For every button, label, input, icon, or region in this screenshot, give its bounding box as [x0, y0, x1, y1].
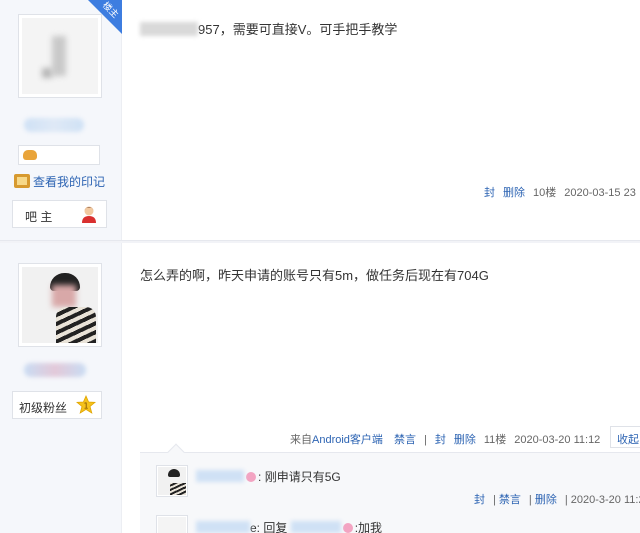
post-floor-10: 楼主 查看我的印记 吧 主 957，需要可直接V。可手把手教学 封 删除 10楼… — [0, 0, 640, 240]
reply-delete-action[interactable]: 删除 — [535, 494, 557, 506]
collapse-replies-button[interactable]: 收起 — [610, 426, 640, 448]
author-name-blurred[interactable] — [24, 363, 86, 377]
bazhu-avatar-icon — [82, 206, 96, 223]
flower-icon — [246, 472, 256, 482]
view-seal-label: 查看我的印记 — [33, 175, 106, 189]
view-seal-link[interactable]: 查看我的印记 — [14, 173, 105, 190]
separator: | — [423, 434, 427, 446]
svg-text:1: 1 — [83, 402, 88, 411]
delete-action[interactable]: 删除 — [503, 187, 525, 199]
post-meta: 封删除 10楼 2020-03-15 23 — [484, 184, 640, 200]
flower-icon — [342, 523, 353, 533]
seal-action[interactable]: 封 — [484, 187, 495, 199]
level-label: 初级粉丝 — [19, 401, 68, 415]
reply-item: : 刚申请只有5G — [196, 468, 341, 485]
reply-text: 刚申请只有5G — [264, 470, 341, 484]
post-text: 957，需要可直接V。可手把手教学 — [140, 19, 397, 38]
post-time: 2020-03-20 11:12 — [514, 434, 601, 446]
seal-action[interactable]: 封 — [435, 434, 446, 446]
role-badge-bazhu[interactable]: 吧 主 — [12, 200, 107, 228]
author-sidebar: 楼主 查看我的印记 吧 主 — [0, 0, 122, 240]
reply-colon: : — [258, 470, 262, 484]
floor-number: 11楼 — [483, 434, 507, 446]
post-text: 怎么弄的啊，昨天申请的账号只有5m，做任务后现在有704G — [140, 268, 489, 283]
level-badge[interactable]: 初级粉丝 1 — [12, 391, 102, 419]
floor-number: 10楼 — [533, 187, 557, 199]
author-sidebar: 初级粉丝 1 — [0, 243, 122, 533]
reply-time: 2020-3-20 11:20 — [570, 494, 640, 506]
reply-text: 加我 — [358, 521, 383, 533]
level-star-icon: 1 — [76, 395, 96, 414]
reply-prefix: e: 回复 — [250, 521, 291, 533]
reply-avatar[interactable] — [156, 515, 188, 533]
reply-target-blurred[interactable] — [290, 521, 341, 533]
reply-author-blurred[interactable] — [196, 521, 250, 533]
post-text-visible: 957，需要可直接V。可手把手教学 — [198, 22, 398, 37]
reply-list: : 刚申请只有5G 封| 禁言| 删除| 2020-3-20 11:20 e: … — [140, 443, 640, 533]
level-badge[interactable] — [18, 145, 100, 165]
android-client-link[interactable]: Android客户端 — [312, 434, 383, 446]
seal-book-icon — [14, 174, 30, 188]
post-content: 957，需要可直接V。可手把手教学 封删除 10楼 2020-03-15 23 — [122, 0, 640, 240]
avatar[interactable] — [18, 263, 102, 347]
author-name-blurred[interactable] — [24, 118, 84, 132]
avatar[interactable] — [18, 14, 102, 98]
reply-meta: 封| 禁言| 删除| 2020-3-20 11:20 — [474, 491, 640, 507]
source-prefix: 来自 — [290, 434, 312, 446]
reply-seal-action[interactable]: 封 — [474, 494, 485, 506]
delete-action[interactable]: 删除 — [454, 434, 476, 446]
post-meta: 来自Android客户端 禁言 | 封删除 11楼 2020-03-20 11:12 — [290, 431, 608, 447]
reply-avatar[interactable] — [156, 465, 188, 497]
reply-mute-action[interactable]: 禁言 — [499, 494, 521, 506]
level-icon — [23, 150, 37, 160]
reply-item: e: 回复 :加我 — [196, 519, 382, 533]
redacted-text — [140, 22, 198, 36]
reply-author-blurred[interactable] — [196, 470, 244, 482]
mute-action[interactable]: 禁言 — [394, 434, 416, 446]
post-time: 2020-03-15 23 — [564, 187, 636, 199]
role-label: 吧 主 — [25, 210, 53, 224]
